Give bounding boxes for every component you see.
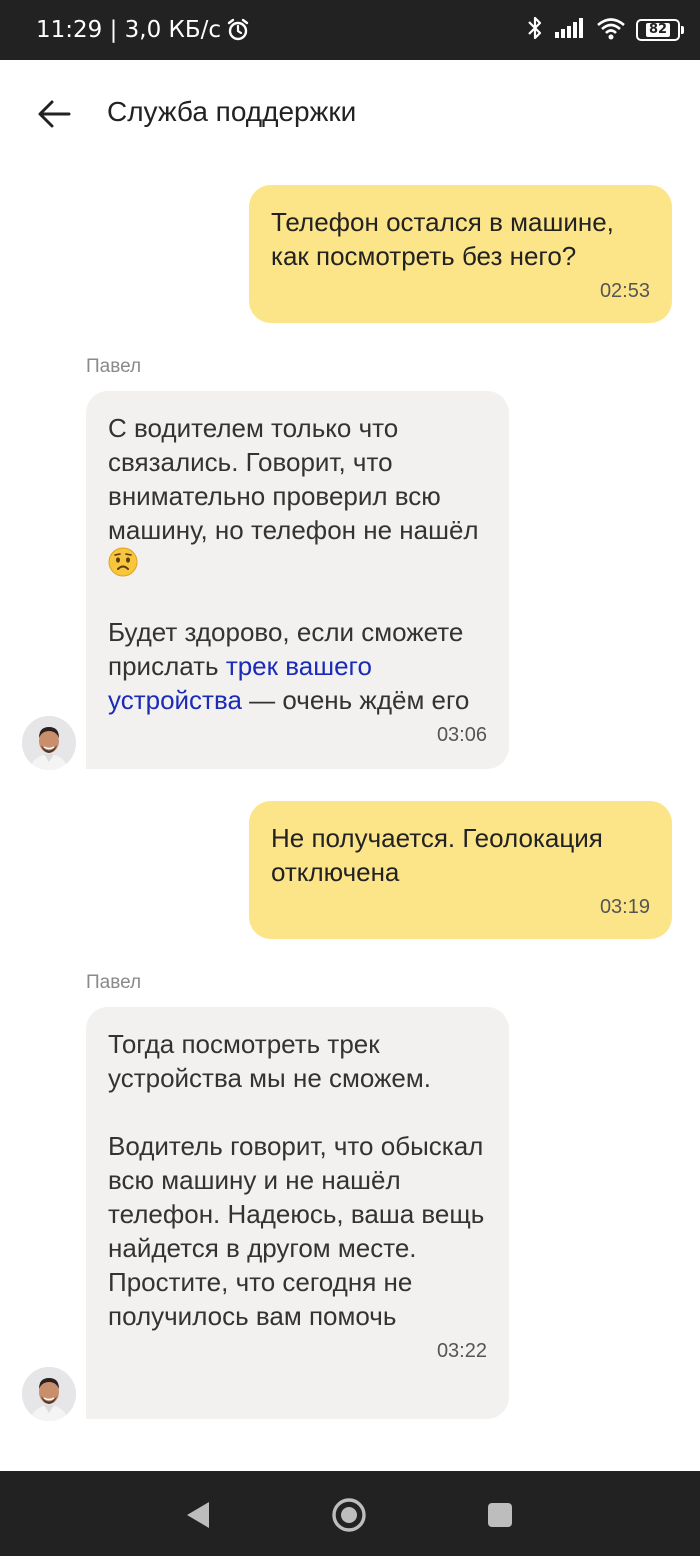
sender-name: Павел (86, 356, 142, 377)
message-time: 02:53 (599, 280, 650, 302)
bluetooth-icon (526, 15, 544, 46)
nav-recents-button[interactable] (478, 1493, 522, 1537)
wifi-icon (596, 16, 626, 45)
worried-face-emoji (108, 547, 138, 577)
message-time: 03:22 (436, 1340, 487, 1362)
alarm-icon (225, 17, 251, 43)
message-time: 03:19 (599, 896, 650, 918)
incoming-message[interactable]: С водителем только что связались. Говори… (86, 391, 509, 769)
message-time: 03:06 (436, 724, 487, 746)
nav-recents-icon (488, 1503, 512, 1527)
status-bar: 11:29 | 3,0 КБ/с 82 (0, 0, 700, 60)
nav-home-icon (332, 1498, 366, 1532)
signal-icon (554, 17, 586, 44)
message-text: С водителем только что связались. Говори… (108, 411, 487, 581)
avatar[interactable] (22, 716, 76, 770)
status-time: 11:29 | 3,0 КБ/с (36, 17, 222, 43)
avatar[interactable] (22, 1367, 76, 1421)
outgoing-message[interactable]: Не получается. Геолокация отключена 03:1… (249, 801, 672, 939)
battery-level: 82 (645, 23, 671, 37)
header: Служба поддержки (0, 60, 700, 168)
page-title: Служба поддержки (107, 96, 357, 127)
nav-home-button[interactable] (327, 1493, 371, 1537)
nav-back-button[interactable] (176, 1493, 220, 1537)
back-arrow-icon (38, 100, 71, 128)
message-text: Не получается. Геолокация отключена (271, 823, 603, 887)
message-text-2: Будет здорово, если сможете прислать тре… (108, 617, 470, 715)
back-button[interactable] (30, 92, 78, 136)
message-text: Телефон остался в машине, как посмотреть… (271, 207, 614, 271)
nav-back-icon (187, 1502, 209, 1528)
navigation-bar (0, 1471, 700, 1556)
outgoing-message[interactable]: Телефон остался в машине, как посмотреть… (249, 185, 672, 323)
incoming-message[interactable]: Тогда посмотреть трек устройства мы не с… (86, 1007, 509, 1419)
sender-name: Павел (86, 972, 142, 993)
battery-icon: 82 (636, 19, 684, 41)
message-text: Тогда посмотреть трек устройства мы не с… (108, 1029, 485, 1331)
